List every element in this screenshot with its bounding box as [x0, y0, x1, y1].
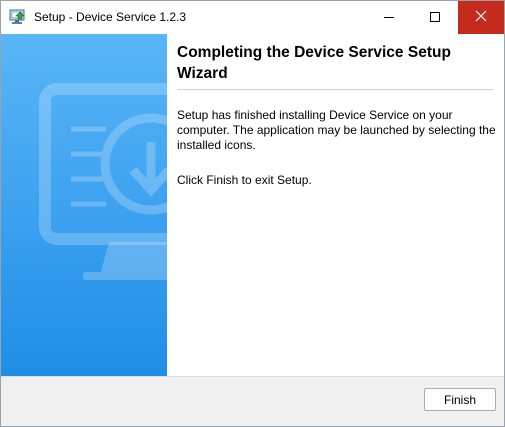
close-icon: [475, 9, 487, 27]
heading-divider: [177, 89, 493, 90]
window-title: Setup - Device Service 1.2.3: [34, 10, 187, 24]
setup-window: Setup - Device Service 1.2.3 Completing …: [0, 0, 505, 427]
monitor-download-icon: [39, 83, 167, 280]
finish-button[interactable]: Finish: [424, 388, 496, 411]
minimize-icon: [384, 9, 394, 27]
exit-instruction: Click Finish to exit Setup.: [177, 173, 312, 187]
minimize-button[interactable]: [366, 1, 412, 34]
wizard-sidebar-banner: [1, 34, 167, 376]
maximize-icon: [430, 9, 440, 27]
maximize-button[interactable]: [412, 1, 458, 34]
wizard-content: Completing the Device Service Setup Wiza…: [167, 34, 504, 376]
setup-installer-icon: [9, 9, 27, 25]
page-title: Completing the Device Service Setup Wiza…: [177, 44, 451, 82]
button-bar: Finish: [1, 376, 504, 426]
completion-message: Setup has finished installing Device Ser…: [177, 108, 496, 152]
title-bar[interactable]: Setup - Device Service 1.2.3: [1, 1, 504, 34]
close-button[interactable]: [458, 1, 504, 34]
